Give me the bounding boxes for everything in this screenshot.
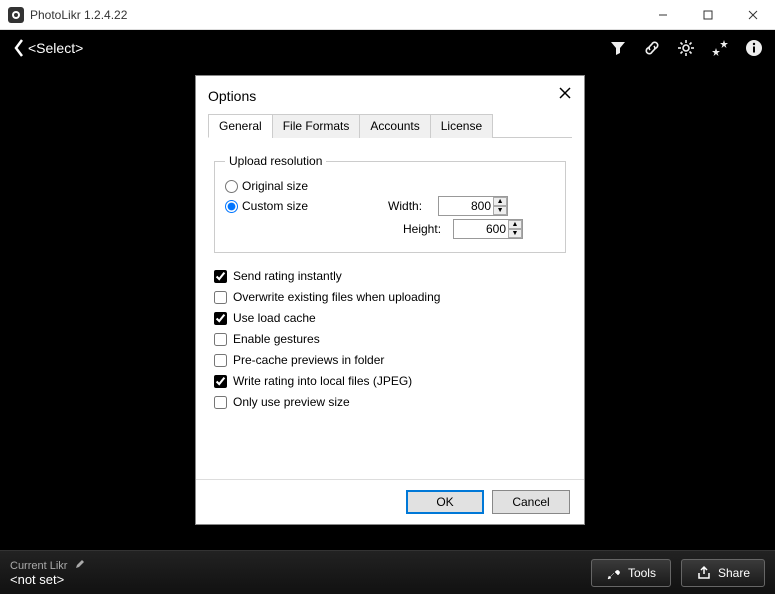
current-likr-value: <not set> bbox=[10, 572, 64, 587]
window-minimize-button[interactable] bbox=[640, 0, 685, 30]
original-size-label: Original size bbox=[242, 179, 308, 193]
width-label: Width: bbox=[388, 199, 438, 213]
dialog-close-button[interactable] bbox=[558, 86, 572, 105]
tab-general[interactable]: General bbox=[208, 114, 273, 138]
dialog-tabs: General File Formats Accounts License bbox=[208, 113, 572, 138]
main-toolbar: <Select> bbox=[0, 30, 775, 66]
status-bar: Current Likr <not set> Tools Share bbox=[0, 550, 775, 594]
gear-icon[interactable] bbox=[677, 39, 695, 57]
chk-label: Send rating instantly bbox=[233, 269, 342, 283]
info-icon[interactable] bbox=[745, 39, 763, 57]
chk-label: Pre-cache previews in folder bbox=[233, 353, 384, 367]
window-maximize-button[interactable] bbox=[685, 0, 730, 30]
share-button[interactable]: Share bbox=[681, 559, 765, 587]
tab-panel-general: Upload resolution Original size Custom s… bbox=[196, 138, 584, 479]
height-down-button[interactable]: ▼ bbox=[508, 229, 522, 238]
dialog-title: Options bbox=[208, 88, 256, 104]
custom-size-radio[interactable] bbox=[225, 200, 238, 213]
window-close-button[interactable] bbox=[730, 0, 775, 30]
tab-file-formats[interactable]: File Formats bbox=[272, 114, 361, 138]
custom-size-label: Custom size bbox=[242, 199, 308, 213]
edit-icon[interactable] bbox=[75, 559, 85, 572]
share-icon bbox=[696, 565, 712, 581]
filter-icon[interactable] bbox=[609, 39, 627, 57]
preview-size-checkbox[interactable] bbox=[214, 396, 227, 409]
upload-legend: Upload resolution bbox=[225, 154, 326, 168]
back-button[interactable]: <Select> bbox=[12, 37, 83, 59]
tools-button[interactable]: Tools bbox=[591, 559, 671, 587]
width-down-button[interactable]: ▼ bbox=[493, 206, 507, 215]
stars-icon[interactable] bbox=[711, 39, 729, 57]
overwrite-checkbox[interactable] bbox=[214, 291, 227, 304]
window-titlebar: PhotoLikr 1.2.4.22 bbox=[0, 0, 775, 30]
chk-label: Overwrite existing files when uploading bbox=[233, 290, 440, 304]
upload-resolution-group: Upload resolution Original size Custom s… bbox=[214, 154, 566, 253]
chk-label: Only use preview size bbox=[233, 395, 350, 409]
app-icon bbox=[8, 7, 24, 23]
height-label: Height: bbox=[403, 222, 453, 236]
gestures-checkbox[interactable] bbox=[214, 333, 227, 346]
ok-button[interactable]: OK bbox=[406, 490, 484, 514]
precache-checkbox[interactable] bbox=[214, 354, 227, 367]
tools-label: Tools bbox=[628, 566, 656, 580]
write-rating-checkbox[interactable] bbox=[214, 375, 227, 388]
chk-label: Enable gestures bbox=[233, 332, 320, 346]
tools-icon bbox=[606, 565, 622, 581]
tab-accounts[interactable]: Accounts bbox=[359, 114, 430, 138]
current-likr-label: Current Likr bbox=[10, 560, 67, 572]
app-title: PhotoLikr 1.2.4.22 bbox=[30, 8, 127, 22]
send-rating-checkbox[interactable] bbox=[214, 270, 227, 283]
original-size-radio[interactable] bbox=[225, 180, 238, 193]
link-icon[interactable] bbox=[643, 39, 661, 57]
back-label: <Select> bbox=[28, 40, 83, 56]
chk-label: Use load cache bbox=[233, 311, 316, 325]
share-label: Share bbox=[718, 566, 750, 580]
cancel-button[interactable]: Cancel bbox=[492, 490, 570, 514]
tab-license[interactable]: License bbox=[430, 114, 493, 138]
use-cache-checkbox[interactable] bbox=[214, 312, 227, 325]
height-up-button[interactable]: ▲ bbox=[508, 220, 522, 229]
chk-label: Write rating into local files (JPEG) bbox=[233, 374, 412, 388]
options-dialog: Options General File Formats Accounts Li… bbox=[195, 75, 585, 525]
width-up-button[interactable]: ▲ bbox=[493, 197, 507, 206]
